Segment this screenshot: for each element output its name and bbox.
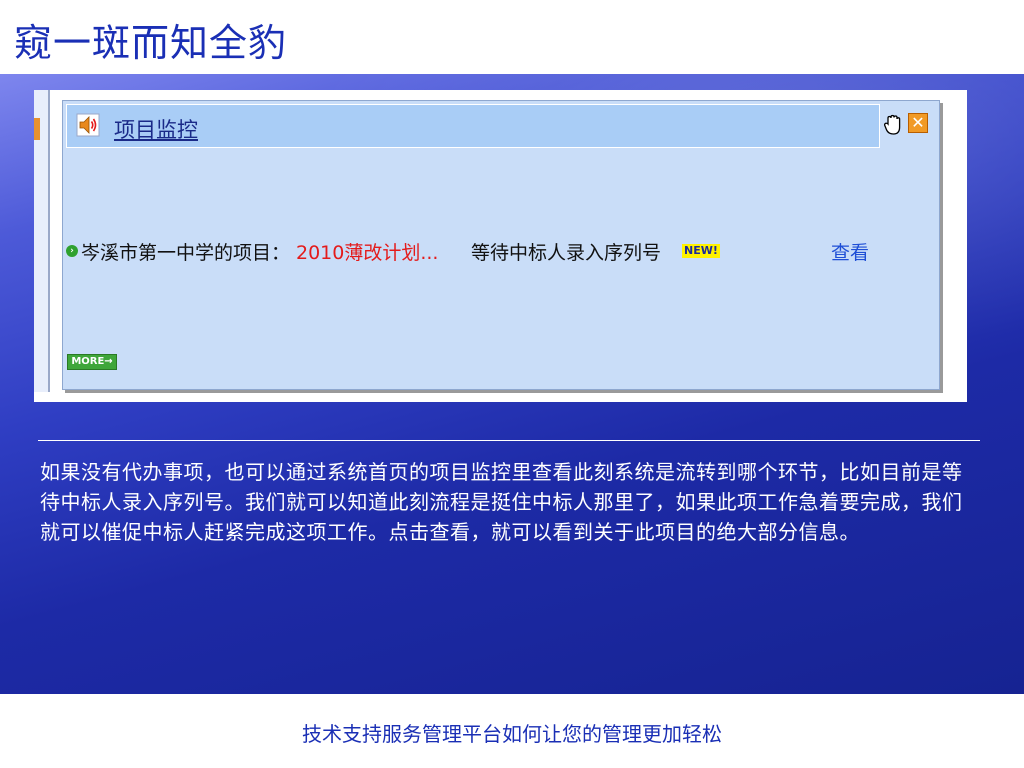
close-icon[interactable]: ✕: [908, 113, 928, 133]
project-name-link[interactable]: 2010薄改计划...: [296, 238, 438, 265]
left-tab-marker: [34, 118, 40, 140]
project-school: 岑溪市第一中学的项目：: [81, 242, 291, 264]
view-link[interactable]: 查看: [831, 238, 869, 265]
project-monitor-panel: 项目监控 ✕ › 岑溪市第一中学的项目： 2010薄改计划... 等待中标人录入…: [62, 100, 940, 390]
project-row: › 岑溪市第一中学的项目： 2010薄改计划... 等待中标人录入序列号 NEW…: [66, 238, 906, 266]
panel-header: 项目监控: [66, 104, 880, 148]
new-badge: NEW!: [682, 244, 720, 258]
arrow-bullet-icon: ›: [66, 245, 78, 257]
left-panel-edge: [34, 90, 50, 392]
panel-title[interactable]: 项目监控: [114, 114, 198, 144]
more-button[interactable]: MORE→: [67, 354, 117, 370]
slide-title: 窥一斑而知全豹: [14, 21, 288, 65]
hand-icon[interactable]: [883, 114, 903, 136]
project-status: 等待中标人录入序列号: [471, 242, 662, 264]
footer-text: 技术支持服务管理平台如何让您的管理更加轻松: [302, 722, 722, 746]
speaker-icon: [76, 113, 100, 137]
description-text: 如果没有代办事项，也可以通过系统首页的项目监控里查看此刻系统是流转到哪个环节，比…: [40, 460, 963, 544]
divider-line: [38, 440, 980, 441]
embedded-screenshot: 项目监控 ✕ › 岑溪市第一中学的项目： 2010薄改计划... 等待中标人录入…: [34, 90, 967, 402]
slide-footer: 技术支持服务管理平台如何让您的管理更加轻松: [0, 694, 1024, 768]
slide-content-area: 项目监控 ✕ › 岑溪市第一中学的项目： 2010薄改计划... 等待中标人录入…: [0, 74, 1024, 694]
